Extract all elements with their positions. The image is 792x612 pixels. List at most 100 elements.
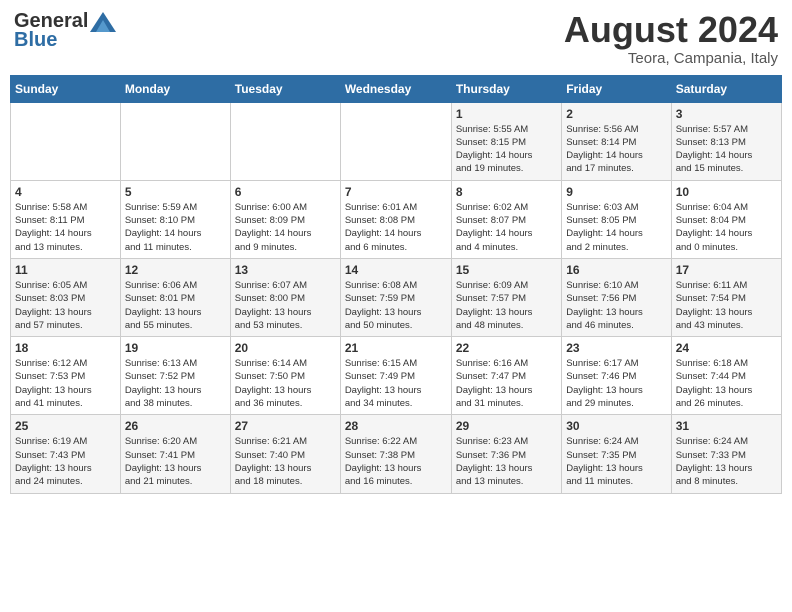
calendar-table: Sunday Monday Tuesday Wednesday Thursday… [10,75,782,494]
table-row: 11 Sunrise: 6:05 AM Sunset: 8:03 PM Dayli… [11,258,121,336]
day-number: 19 [125,341,226,355]
day-info: Sunrise: 6:06 AM Sunset: 8:01 PM Dayligh… [125,279,226,332]
table-row: 28 Sunrise: 6:22 AM Sunset: 7:38 PM Dayli… [340,415,451,493]
day-number: 21 [345,341,447,355]
day-number: 11 [15,263,116,277]
table-row: 20 Sunrise: 6:14 AM Sunset: 7:50 PM Dayli… [230,337,340,415]
day-info: Sunrise: 6:24 AM Sunset: 7:33 PM Dayligh… [676,435,777,488]
day-number: 8 [456,185,557,199]
day-number: 25 [15,419,116,433]
day-info: Sunrise: 6:19 AM Sunset: 7:43 PM Dayligh… [15,435,116,488]
day-info: Sunrise: 6:23 AM Sunset: 7:36 PM Dayligh… [456,435,557,488]
table-row: 1 Sunrise: 5:55 AM Sunset: 8:15 PM Daylig… [451,102,561,180]
day-info: Sunrise: 6:11 AM Sunset: 7:54 PM Dayligh… [676,279,777,332]
day-number: 23 [566,341,666,355]
month-title: August 2024 [564,10,778,50]
day-info: Sunrise: 5:57 AM Sunset: 8:13 PM Dayligh… [676,123,777,176]
header-thursday: Thursday [451,75,561,102]
day-number: 3 [676,107,777,121]
week-row-1: 1 Sunrise: 5:55 AM Sunset: 8:15 PM Daylig… [11,102,782,180]
calendar-header-row: Sunday Monday Tuesday Wednesday Thursday… [11,75,782,102]
table-row: 4Sunrise: 5:58 AM Sunset: 8:11 PM Daylig… [11,180,121,258]
table-row [230,102,340,180]
day-info: Sunrise: 6:24 AM Sunset: 7:35 PM Dayligh… [566,435,666,488]
header-tuesday: Tuesday [230,75,340,102]
day-info: Sunrise: 6:17 AM Sunset: 7:46 PM Dayligh… [566,357,666,410]
day-number: 15 [456,263,557,277]
table-row: 6 Sunrise: 6:00 AM Sunset: 8:09 PM Daylig… [230,180,340,258]
table-row: 18Sunrise: 6:12 AM Sunset: 7:53 PM Dayli… [11,337,121,415]
day-number: 27 [235,419,336,433]
week-row-2: 4Sunrise: 5:58 AM Sunset: 8:11 PM Daylig… [11,180,782,258]
day-number: 28 [345,419,447,433]
table-row [11,102,121,180]
table-row: 21Sunrise: 6:15 AM Sunset: 7:49 PM Dayli… [340,337,451,415]
day-number: 13 [235,263,336,277]
day-info: Sunrise: 6:13 AM Sunset: 7:52 PM Dayligh… [125,357,226,410]
table-row: 27 Sunrise: 6:21 AM Sunset: 7:40 PM Dayli… [230,415,340,493]
day-number: 20 [235,341,336,355]
table-row [120,102,230,180]
title-block: August 2024 Teora, Campania, Italy [564,10,778,67]
day-info: Sunrise: 6:00 AM Sunset: 8:09 PM Dayligh… [235,201,336,254]
day-number: 26 [125,419,226,433]
table-row: 19 Sunrise: 6:13 AM Sunset: 7:52 PM Dayli… [120,337,230,415]
day-info: Sunrise: 6:10 AM Sunset: 7:56 PM Dayligh… [566,279,666,332]
day-info: Sunrise: 6:07 AM Sunset: 8:00 PM Dayligh… [235,279,336,332]
day-number: 10 [676,185,777,199]
day-info: Sunrise: 5:55 AM Sunset: 8:15 PM Dayligh… [456,123,557,176]
day-info: Sunrise: 5:56 AM Sunset: 8:14 PM Dayligh… [566,123,666,176]
day-info: Sunrise: 6:09 AM Sunset: 7:57 PM Dayligh… [456,279,557,332]
day-info: Sunrise: 6:04 AM Sunset: 8:04 PM Dayligh… [676,201,777,254]
table-row: 31 Sunrise: 6:24 AM Sunset: 7:33 PM Dayli… [671,415,781,493]
week-row-3: 11 Sunrise: 6:05 AM Sunset: 8:03 PM Dayli… [11,258,782,336]
table-row: 29 Sunrise: 6:23 AM Sunset: 7:36 PM Dayli… [451,415,561,493]
day-info: Sunrise: 6:08 AM Sunset: 7:59 PM Dayligh… [345,279,447,332]
day-info: Sunrise: 6:16 AM Sunset: 7:47 PM Dayligh… [456,357,557,410]
day-info: Sunrise: 6:18 AM Sunset: 7:44 PM Dayligh… [676,357,777,410]
day-info: Sunrise: 6:12 AM Sunset: 7:53 PM Dayligh… [15,357,116,410]
day-info: Sunrise: 6:14 AM Sunset: 7:50 PM Dayligh… [235,357,336,410]
table-row: 3 Sunrise: 5:57 AM Sunset: 8:13 PM Daylig… [671,102,781,180]
week-row-4: 18Sunrise: 6:12 AM Sunset: 7:53 PM Dayli… [11,337,782,415]
table-row: 25 Sunrise: 6:19 AM Sunset: 7:43 PM Dayli… [11,415,121,493]
table-row: 2 Sunrise: 5:56 AM Sunset: 8:14 PM Daylig… [562,102,671,180]
day-info: Sunrise: 6:20 AM Sunset: 7:41 PM Dayligh… [125,435,226,488]
table-row: 26 Sunrise: 6:20 AM Sunset: 7:41 PM Dayli… [120,415,230,493]
header-friday: Friday [562,75,671,102]
day-info: Sunrise: 5:59 AM Sunset: 8:10 PM Dayligh… [125,201,226,254]
table-row: 23 Sunrise: 6:17 AM Sunset: 7:46 PM Dayli… [562,337,671,415]
day-number: 24 [676,341,777,355]
day-number: 22 [456,341,557,355]
day-number: 12 [125,263,226,277]
table-row: 12 Sunrise: 6:06 AM Sunset: 8:01 PM Dayli… [120,258,230,336]
header-wednesday: Wednesday [340,75,451,102]
day-number: 16 [566,263,666,277]
logo-blue-text: Blue [14,29,57,52]
day-info: Sunrise: 6:21 AM Sunset: 7:40 PM Dayligh… [235,435,336,488]
day-number: 6 [235,185,336,199]
table-row: 14Sunrise: 6:08 AM Sunset: 7:59 PM Dayli… [340,258,451,336]
day-info: Sunrise: 6:02 AM Sunset: 8:07 PM Dayligh… [456,201,557,254]
day-info: Sunrise: 6:22 AM Sunset: 7:38 PM Dayligh… [345,435,447,488]
table-row [340,102,451,180]
logo-icon [90,12,116,32]
location: Teora, Campania, Italy [564,50,778,67]
day-number: 29 [456,419,557,433]
table-row: 8 Sunrise: 6:02 AM Sunset: 8:07 PM Daylig… [451,180,561,258]
day-number: 30 [566,419,666,433]
day-number: 2 [566,107,666,121]
header-sunday: Sunday [11,75,121,102]
table-row: 30 Sunrise: 6:24 AM Sunset: 7:35 PM Dayli… [562,415,671,493]
day-number: 31 [676,419,777,433]
table-row: 13 Sunrise: 6:07 AM Sunset: 8:00 PM Dayli… [230,258,340,336]
day-number: 9 [566,185,666,199]
table-row: 7Sunrise: 6:01 AM Sunset: 8:08 PM Daylig… [340,180,451,258]
day-info: Sunrise: 5:58 AM Sunset: 8:11 PM Dayligh… [15,201,116,254]
header-saturday: Saturday [671,75,781,102]
day-info: Sunrise: 6:05 AM Sunset: 8:03 PM Dayligh… [15,279,116,332]
day-number: 1 [456,107,557,121]
logo: General Blue [14,10,116,52]
day-number: 17 [676,263,777,277]
table-row: 5Sunrise: 5:59 AM Sunset: 8:10 PM Daylig… [120,180,230,258]
